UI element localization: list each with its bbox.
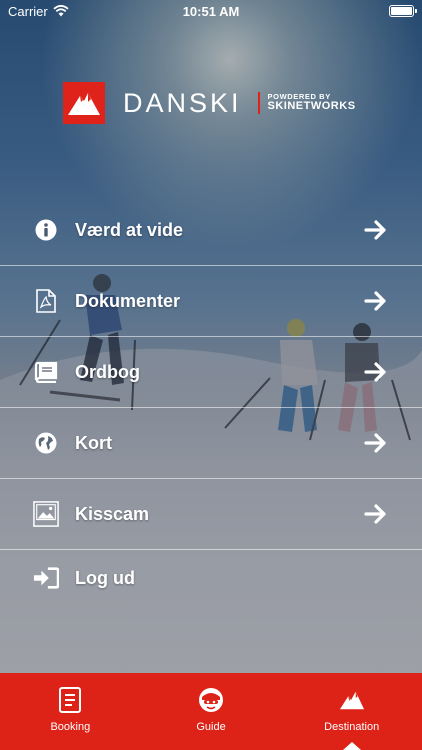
- menu-item-kort[interactable]: Kort: [0, 408, 422, 479]
- mountain-logo-icon: [63, 82, 105, 124]
- arrow-right-icon: [364, 220, 386, 240]
- tab-bar: Booking Guide Destination: [0, 673, 422, 750]
- battery-icon: [389, 5, 417, 17]
- main-menu: Værd at vide Dokumenter Ordbog Kort Kiss…: [0, 195, 422, 606]
- info-icon: [33, 217, 59, 243]
- tab-destination[interactable]: Destination: [281, 673, 422, 750]
- wifi-icon: [53, 5, 69, 17]
- logout-icon: [33, 565, 59, 591]
- carrier-group: Carrier: [8, 4, 69, 19]
- carrier-label: Carrier: [8, 3, 48, 19]
- menu-item-vaerd-at-vide[interactable]: Værd at vide: [0, 195, 422, 266]
- menu-item-log-ud[interactable]: Log ud: [0, 550, 422, 606]
- mountain-icon: [339, 687, 365, 713]
- globe-icon: [33, 430, 59, 456]
- menu-label: Kort: [75, 432, 112, 453]
- menu-label: Værd at vide: [75, 219, 184, 240]
- brand-logo: DANSKI POWDERED BY SKINETWORKS: [63, 82, 356, 124]
- logo-divider: [257, 92, 260, 114]
- guide-avatar-icon: [198, 687, 224, 713]
- tab-label: Destination: [324, 721, 380, 733]
- menu-item-dokumenter[interactable]: Dokumenter: [0, 266, 422, 337]
- status-bar: Carrier 10:51 AM: [0, 0, 422, 22]
- powered-by: POWDERED BY SKINETWORKS: [268, 93, 356, 112]
- arrow-right-icon: [364, 433, 386, 453]
- menu-item-kisscam[interactable]: Kisscam: [0, 479, 422, 550]
- arrow-right-icon: [364, 291, 386, 311]
- arrow-right-icon: [364, 362, 386, 382]
- menu-label: Kisscam: [75, 503, 150, 524]
- arrow-right-icon: [364, 504, 386, 524]
- document-icon: [57, 687, 83, 713]
- status-time: 10:51 AM: [182, 3, 240, 19]
- menu-label: Ordbog: [75, 361, 140, 382]
- logo-wordmark: DANSKI: [123, 87, 242, 118]
- selected-tab-indicator: [342, 742, 361, 750]
- menu-item-ordbog[interactable]: Ordbog: [0, 337, 422, 408]
- pdf-document-icon: [33, 288, 59, 314]
- menu-label: Dokumenter: [75, 290, 181, 311]
- menu-label: Log ud: [75, 567, 135, 588]
- image-icon: [33, 501, 59, 527]
- tab-booking[interactable]: Booking: [0, 673, 141, 750]
- partner-name: SKINETWORKS: [267, 100, 356, 113]
- tab-label: Booking: [50, 721, 91, 733]
- tab-guide[interactable]: Guide: [141, 673, 282, 750]
- book-icon: [33, 359, 59, 385]
- tab-label: Guide: [196, 721, 226, 733]
